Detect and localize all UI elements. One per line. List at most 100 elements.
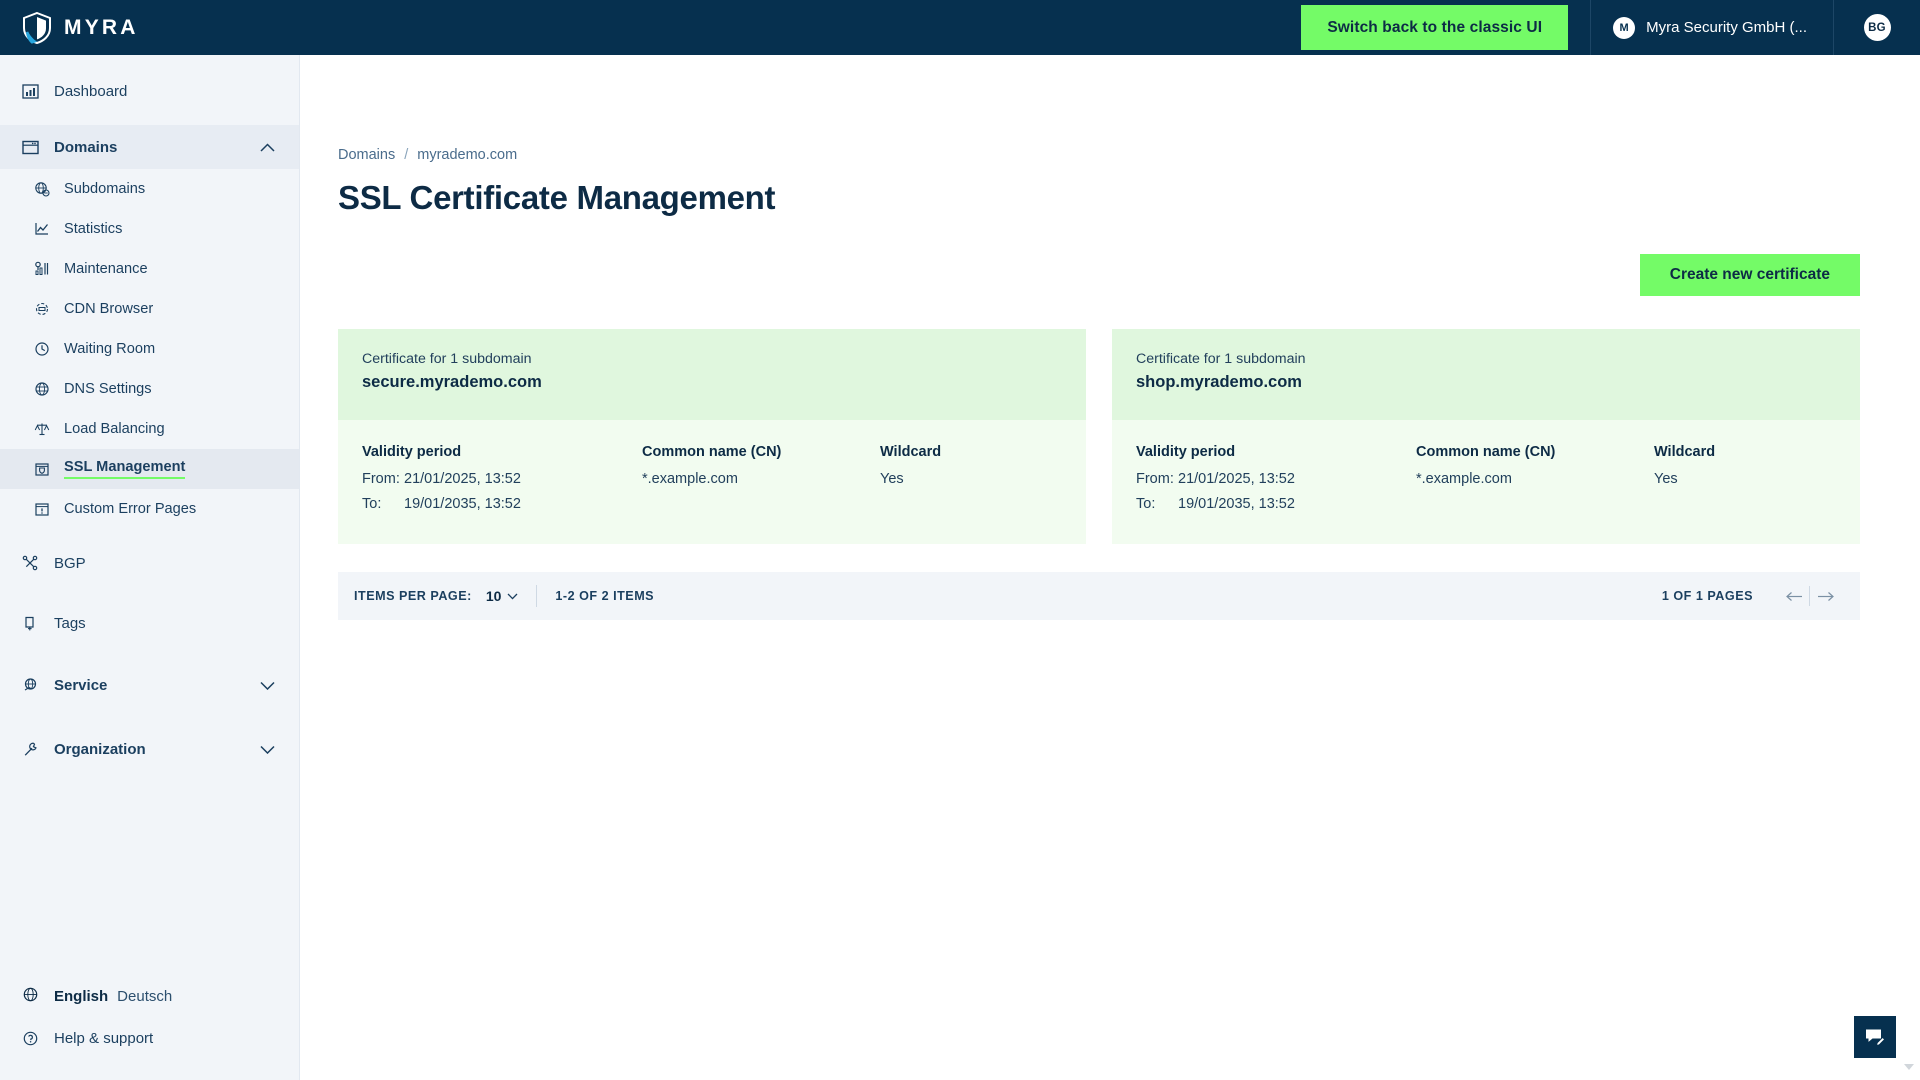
sidebar-group-label: Service bbox=[54, 676, 108, 694]
organization-avatar: M bbox=[1613, 16, 1636, 39]
sidebar-item-label: Dashboard bbox=[54, 82, 128, 100]
avatar: BG bbox=[1863, 14, 1891, 41]
breadcrumb-current[interactable]: myrademo.com bbox=[417, 147, 517, 163]
next-page-button[interactable] bbox=[1810, 591, 1840, 602]
certificate-card-body: Validity period From: 21/01/2025, 13:52 … bbox=[338, 420, 1086, 544]
language-english[interactable]: English bbox=[54, 988, 108, 1005]
prev-page-button[interactable] bbox=[1779, 591, 1809, 602]
sidebar-item-label: Waiting Room bbox=[64, 341, 156, 357]
sidebar-item-label: SSL Management bbox=[64, 459, 186, 479]
certificate-subtitle: Certificate for 1 subdomain bbox=[362, 351, 532, 367]
sidebar-item-label: Tags bbox=[54, 614, 86, 632]
pagination-bar: ITEMS PER PAGE: 10 1-2 OF 2 ITEMS 1 OF 1… bbox=[338, 572, 1860, 620]
sidebar-item-label: Subdomains bbox=[64, 181, 146, 197]
main-inner: Domains / myrademo.com SSL Certificate M… bbox=[300, 55, 1920, 620]
language-selector[interactable]: English Deutsch bbox=[0, 974, 299, 1018]
sidebar-group-service[interactable]: Service bbox=[0, 663, 299, 707]
certificate-card-header: Certificate for 1 subdomain shop.myradem… bbox=[1112, 329, 1860, 420]
validity-from-value: 21/01/2025, 13:52 bbox=[1178, 471, 1295, 487]
sidebar-group-domains[interactable]: Domains bbox=[0, 125, 299, 169]
browser-window-icon bbox=[22, 139, 46, 156]
column-header-validity: Validity period bbox=[1136, 444, 1236, 460]
validity-column: Validity period From: 21/01/2025, 13:52 … bbox=[1136, 444, 1416, 512]
sidebar-group-organization[interactable]: Organization bbox=[0, 727, 299, 771]
certificate-card[interactable]: Certificate for 1 subdomain shop.myradem… bbox=[1112, 329, 1860, 544]
switch-classic-ui-button[interactable]: Switch back to the classic UI bbox=[1301, 5, 1569, 50]
chevron-down-icon[interactable] bbox=[260, 681, 275, 690]
validity-values: From: 21/01/2025, 13:52 To: 19/01/2035, … bbox=[1136, 471, 1416, 512]
sidebar-footer: English Deutsch Help & support bbox=[0, 974, 299, 1080]
wildcard-value: Yes bbox=[1654, 471, 1678, 487]
main-content: Domains / myrademo.com SSL Certificate M… bbox=[300, 55, 1920, 1080]
validity-to-value: 19/01/2035, 13:52 bbox=[1178, 496, 1295, 512]
arrow-right-icon bbox=[1817, 591, 1834, 601]
certificate-card[interactable]: Certificate for 1 subdomain secure.myrad… bbox=[338, 329, 1086, 544]
globe-network-icon bbox=[34, 181, 56, 197]
certificate-card-body: Validity period From: 21/01/2025, 13:52 … bbox=[1112, 420, 1860, 544]
certificate-domain: secure.myrademo.com bbox=[362, 373, 542, 391]
error-page-icon bbox=[34, 501, 56, 517]
sidebar-item-label: Load Balancing bbox=[64, 421, 165, 437]
chat-bubble-pencil-icon bbox=[1866, 1029, 1886, 1047]
service-globe-icon bbox=[22, 677, 46, 694]
dns-globe-icon bbox=[34, 381, 56, 397]
items-per-page-label: ITEMS PER PAGE: bbox=[354, 589, 472, 603]
sidebar-item-label: DNS Settings bbox=[64, 381, 152, 397]
organization-selector[interactable]: M Myra Security GmbH (... bbox=[1590, 0, 1834, 55]
top-bar: MYRA Switch back to the classic UI M Myr… bbox=[0, 0, 1920, 55]
common-name-value: *.example.com bbox=[1416, 471, 1512, 487]
validity-from-row: From: 21/01/2025, 13:52 bbox=[1136, 471, 1416, 487]
sidebar-item-cdn-browser[interactable]: CDN Browser bbox=[0, 289, 299, 329]
column-header-wildcard: Wildcard bbox=[880, 444, 942, 460]
validity-to-label: To: bbox=[362, 496, 382, 512]
sidebar-item-help-support[interactable]: Help & support bbox=[0, 1018, 299, 1058]
sidebar-item-label: BGP bbox=[54, 554, 86, 572]
pagination-right: 1 OF 1 PAGES bbox=[1662, 586, 1840, 606]
sidebar-group-label: Organization bbox=[54, 740, 146, 758]
validity-from-value: 21/01/2025, 13:52 bbox=[404, 471, 521, 487]
question-circle-icon bbox=[22, 1030, 46, 1047]
sidebar-item-waiting-room[interactable]: Waiting Room bbox=[0, 329, 299, 369]
sidebar-item-ssl-management[interactable]: SSL Management bbox=[0, 449, 299, 489]
brand[interactable]: MYRA bbox=[0, 0, 300, 55]
chevron-up-icon[interactable] bbox=[260, 142, 275, 152]
chat-support-button[interactable] bbox=[1854, 1016, 1896, 1058]
chevron-down-icon bbox=[507, 593, 518, 600]
sidebar-item-tags[interactable]: Tags bbox=[0, 603, 299, 643]
maintenance-bars-icon bbox=[34, 261, 56, 277]
pagination-arrows bbox=[1779, 586, 1840, 606]
sidebar-item-statistics[interactable]: Statistics bbox=[0, 209, 299, 249]
items-per-page-select[interactable]: 10 bbox=[486, 588, 519, 604]
organization-name: Myra Security GmbH (... bbox=[1646, 19, 1807, 36]
sidebar-item-label: Help & support bbox=[54, 1029, 154, 1047]
validity-to-label: To: bbox=[1136, 496, 1156, 512]
chevron-down-icon[interactable] bbox=[260, 745, 275, 754]
sidebar-item-dashboard[interactable]: Dashboard bbox=[0, 71, 299, 111]
dashboard-chart-icon bbox=[22, 83, 46, 100]
user-menu[interactable]: BG bbox=[1834, 0, 1920, 55]
scroll-caret-icon bbox=[1903, 1058, 1915, 1076]
validity-from-row: From: 21/01/2025, 13:52 bbox=[362, 471, 642, 487]
validity-to-row: To: 19/01/2035, 13:52 bbox=[362, 496, 642, 512]
sidebar-item-maintenance[interactable]: Maintenance bbox=[0, 249, 299, 289]
cdn-refresh-icon bbox=[34, 301, 56, 317]
create-new-certificate-button[interactable]: Create new certificate bbox=[1639, 254, 1860, 296]
sidebar-item-load-balancing[interactable]: Load Balancing bbox=[0, 409, 299, 449]
breadcrumb-root[interactable]: Domains bbox=[338, 147, 395, 163]
sidebar-item-custom-error-pages[interactable]: Custom Error Pages bbox=[0, 489, 299, 529]
body: Dashboard Domains Subdomains Statistics … bbox=[0, 55, 1920, 1080]
language-deutsch[interactable]: Deutsch bbox=[117, 988, 172, 1005]
sidebar-item-dns-settings[interactable]: DNS Settings bbox=[0, 369, 299, 409]
sidebar-item-bgp[interactable]: BGP bbox=[0, 543, 299, 583]
sidebar-item-label: Statistics bbox=[64, 221, 123, 237]
wrench-icon bbox=[22, 741, 46, 758]
pagination-divider bbox=[536, 585, 538, 607]
sidebar-item-label: CDN Browser bbox=[64, 301, 154, 317]
sidebar-item-subdomains[interactable]: Subdomains bbox=[0, 169, 299, 209]
